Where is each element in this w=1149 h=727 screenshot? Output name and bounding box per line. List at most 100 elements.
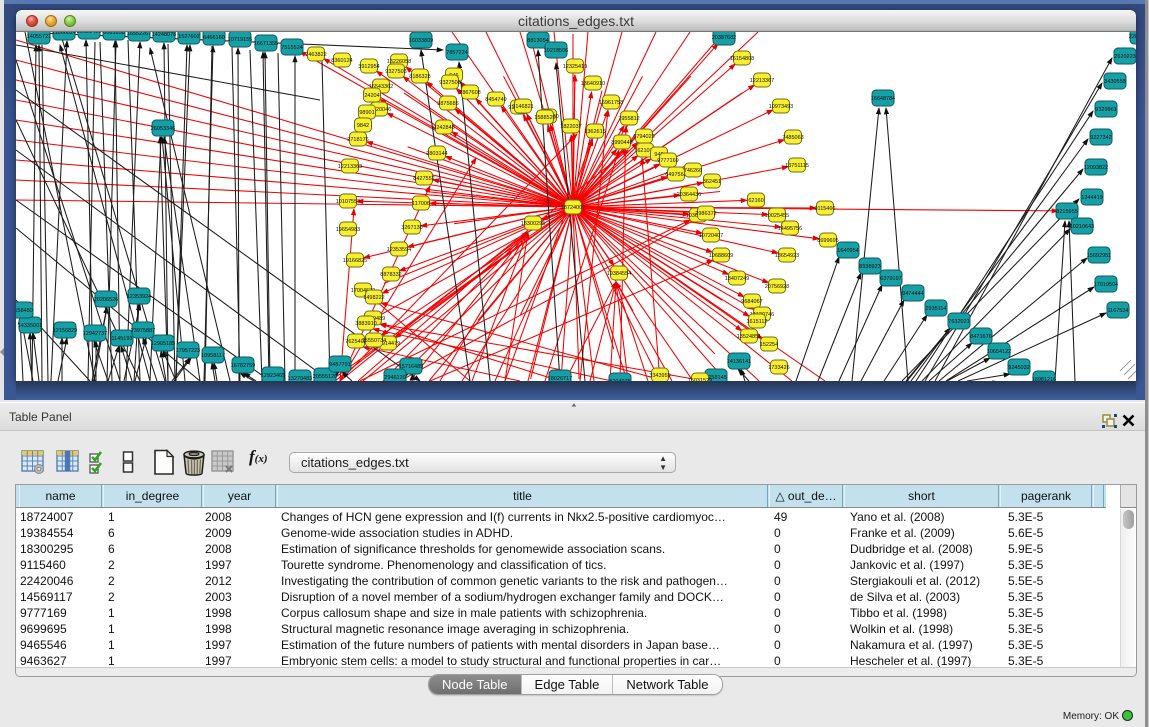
svg-text:23975887: 23975887 (131, 328, 155, 334)
svg-text:8186328: 8186328 (409, 74, 430, 80)
svg-text:8938923: 8938923 (859, 264, 880, 270)
svg-text:20555120: 20555120 (313, 374, 337, 380)
svg-text:12213367: 12213367 (750, 78, 774, 84)
svg-text:8699695: 8699695 (817, 238, 838, 244)
svg-text:12923465: 12923465 (261, 373, 285, 379)
svg-text:7485063: 7485063 (782, 135, 803, 141)
svg-text:2946120: 2946120 (384, 375, 405, 381)
svg-text:11866024: 11866024 (52, 32, 76, 36)
svg-text:10025455: 10025455 (765, 213, 789, 219)
svg-text:14495756: 14495756 (778, 226, 802, 232)
svg-text:20756928: 20756928 (765, 284, 789, 290)
svg-text:2803144: 2803144 (426, 151, 447, 157)
svg-text:1640954: 1640954 (837, 248, 858, 254)
svg-text:2718176: 2718176 (347, 137, 368, 143)
svg-text:8360124: 8360124 (331, 58, 352, 64)
svg-text:26053346: 26053346 (151, 126, 175, 132)
svg-text:10654122: 10654122 (987, 349, 1011, 355)
svg-text:10720407: 10720407 (699, 233, 723, 239)
svg-text:2935114: 2935114 (925, 306, 946, 312)
svg-text:16648784: 16648784 (871, 96, 895, 102)
svg-text:9777169: 9777169 (657, 158, 678, 164)
svg-text:8990448: 8990448 (611, 140, 632, 146)
svg-text:10107553: 10107553 (336, 199, 360, 205)
svg-text:9327503: 9327503 (385, 69, 406, 75)
svg-text:3883910: 3883910 (355, 321, 376, 327)
svg-text:12213363: 12213363 (338, 164, 362, 170)
svg-text:16782759: 16782759 (231, 363, 255, 369)
svg-text:14335001: 14335001 (18, 323, 42, 329)
svg-text:13640910: 13640910 (581, 81, 605, 87)
svg-text:9115460: 9115460 (814, 206, 835, 212)
svg-text:22841736: 22841736 (1129, 34, 1136, 40)
svg-text:1244419: 1244419 (1081, 195, 1102, 201)
svg-text:10958117: 10958117 (201, 353, 225, 359)
svg-text:1588520: 1588520 (534, 115, 555, 121)
svg-text:362451: 362451 (703, 179, 721, 185)
svg-text:9329961: 9329961 (1095, 107, 1116, 113)
svg-text:8215955: 8215955 (1056, 209, 1077, 215)
svg-text:12353924: 12353924 (127, 294, 151, 300)
svg-text:12942737: 12942737 (83, 331, 107, 337)
svg-text:1145193: 1145193 (111, 336, 132, 342)
svg-text:1498222: 1498222 (363, 295, 384, 301)
svg-text:13751115: 13751115 (785, 163, 809, 169)
svg-text:9146821: 9146821 (512, 104, 533, 110)
svg-text:10973493: 10973493 (769, 104, 793, 110)
svg-text:1822037: 1822037 (560, 124, 581, 130)
svg-text:7955812: 7955812 (618, 116, 639, 122)
svg-text:10210643: 10210643 (1070, 224, 1094, 230)
svg-text:19218506: 19218506 (544, 48, 568, 54)
svg-text:746266: 746266 (684, 168, 702, 174)
svg-text:12156829: 12156829 (53, 328, 77, 334)
svg-text:14136141: 14136141 (727, 359, 751, 365)
svg-text:20364436: 20364436 (677, 192, 701, 198)
svg-text:14055721: 14055721 (27, 34, 51, 40)
svg-text:20206526: 20206526 (94, 297, 118, 303)
svg-text:7515524: 7515524 (281, 45, 302, 51)
svg-text:9327508: 9327508 (439, 80, 460, 86)
svg-text:10719155: 10719155 (228, 37, 252, 43)
svg-text:8813054: 8813054 (527, 38, 548, 44)
svg-text:9474444: 9474444 (902, 291, 923, 297)
svg-text:8454749: 8454749 (485, 97, 506, 103)
svg-text:8427552: 8427552 (413, 176, 434, 182)
svg-text:8471676: 8471676 (970, 334, 991, 340)
svg-text:6466160: 6466160 (203, 35, 224, 41)
svg-text:152254: 152254 (760, 342, 778, 348)
svg-text:1615112: 1615112 (746, 319, 767, 325)
svg-text:6061658: 6061658 (103, 32, 124, 36)
svg-text:18300295: 18300295 (521, 221, 545, 227)
svg-text:24204: 24204 (364, 93, 379, 99)
svg-text:6794023: 6794023 (633, 134, 654, 140)
svg-text:9842: 9842 (357, 123, 369, 129)
svg-text:12353594: 12353594 (387, 247, 411, 253)
svg-text:3343959: 3343959 (649, 373, 670, 379)
svg-text:2620223: 2620223 (1114, 54, 1135, 60)
svg-text:6379197: 6379197 (880, 276, 901, 282)
svg-text:18724007: 18724007 (561, 205, 585, 211)
svg-text:19384554: 19384554 (607, 271, 631, 277)
svg-text:17010504: 17010504 (1094, 282, 1118, 288)
svg-text:3912954: 3912954 (358, 64, 379, 70)
svg-text:12093822: 12093822 (1084, 165, 1108, 171)
svg-text:16671355: 16671355 (254, 41, 278, 47)
svg-text:20387682: 20387682 (712, 35, 736, 41)
svg-text:3267130: 3267130 (401, 225, 422, 231)
svg-text:1733426: 1733426 (768, 365, 789, 371)
svg-text:9227342: 9227342 (1090, 135, 1111, 141)
svg-text:2986372: 2986372 (695, 211, 716, 217)
svg-text:8878332: 8878332 (380, 272, 401, 278)
svg-text:7632021: 7632021 (948, 319, 969, 325)
svg-text:7463822: 7463822 (305, 52, 326, 58)
svg-text:18407249: 18407249 (725, 276, 749, 282)
svg-text:4158480: 4158480 (16, 308, 33, 314)
svg-text:20691406: 20691406 (77, 32, 101, 35)
svg-text:16154808: 16154808 (730, 56, 754, 62)
svg-text:9684067: 9684067 (741, 299, 762, 305)
svg-text:3875685: 3875685 (437, 101, 458, 107)
svg-text:1527602: 1527602 (178, 34, 199, 40)
svg-text:12905185: 12905185 (151, 341, 175, 347)
svg-text:16552267: 16552267 (127, 32, 151, 37)
svg-text:98901: 98901 (359, 110, 374, 116)
